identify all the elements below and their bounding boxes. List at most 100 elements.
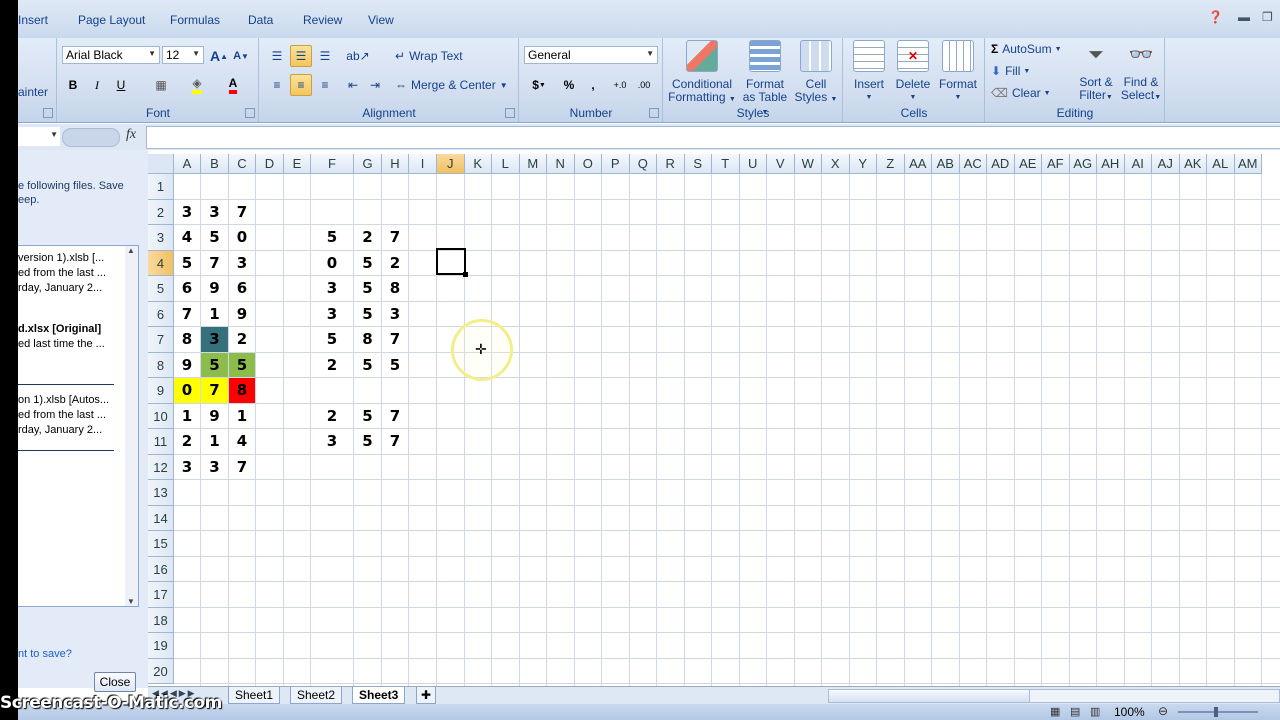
column-header-j[interactable]: J (437, 154, 465, 174)
cell-c5[interactable]: 6 (229, 276, 255, 301)
cell-f11[interactable]: 3 (311, 429, 353, 454)
row-header-9[interactable]: 9 (148, 378, 174, 404)
column-header-v[interactable]: V (767, 154, 795, 174)
insert-function-icon[interactable]: fx (126, 127, 136, 143)
column-header-k[interactable]: K (464, 154, 492, 174)
row-header-2[interactable]: 2 (148, 199, 174, 225)
spreadsheet-grid[interactable]: A B C D E F G H I J K L M N O P Q R S T U V W X Y Z AA AB AC AD AE AF AG… (148, 150, 1280, 688)
page-layout-view-icon[interactable]: ▤ (1070, 705, 1080, 718)
column-header-ad[interactable]: AD (987, 154, 1015, 174)
cell-g3[interactable]: 2 (354, 225, 381, 250)
conditional-formatting-button[interactable]: Conditional Formatting ▼ (668, 40, 736, 106)
tab-insert[interactable]: Insert (18, 13, 48, 27)
increase-indent-button[interactable]: ⇥ (364, 74, 386, 96)
row-header-19[interactable]: 19 (148, 633, 174, 659)
cell-b4[interactable]: 7 (201, 251, 228, 276)
cell-f4[interactable]: 0 (311, 251, 353, 276)
row-header-5[interactable]: 5 (148, 276, 174, 302)
zoom-out-icon[interactable]: ⊖ (1158, 704, 1168, 718)
column-header-h[interactable]: H (382, 154, 409, 174)
grow-font-button[interactable]: A ▲ (208, 45, 230, 67)
cell-h11[interactable]: 7 (382, 429, 408, 454)
tab-review[interactable]: Review (303, 13, 342, 27)
cell-h7[interactable]: 7 (382, 327, 408, 352)
cell-c10[interactable]: 1 (229, 404, 255, 429)
clipboard-launcher-icon[interactable] (43, 108, 53, 118)
currency-button[interactable]: $ ▼ (524, 74, 554, 96)
tab-formulas[interactable]: Formulas (170, 13, 220, 27)
font-size-select[interactable]: 12 ▼ (162, 46, 204, 64)
row-header-20[interactable]: 20 (148, 658, 174, 684)
column-header-ae[interactable]: AE (1014, 154, 1042, 174)
align-right-button[interactable]: ≡ (314, 74, 336, 96)
column-header-ab[interactable]: AB (932, 154, 960, 174)
cell-g6[interactable]: 5 (354, 302, 381, 327)
sheet-tab-3[interactable]: Sheet3 (352, 687, 406, 704)
active-cell-j4[interactable] (436, 248, 466, 275)
formula-expand-pill[interactable] (62, 128, 120, 147)
decrease-indent-button[interactable]: ⇤ (342, 74, 364, 96)
row-header-16[interactable]: 16 (148, 556, 174, 582)
horizontal-scrollbar[interactable] (828, 689, 1280, 703)
row-header-3[interactable]: 3 (148, 225, 174, 251)
autosum-button[interactable]: Σ AutoSum ▼ (990, 39, 1072, 59)
cell-b3[interactable]: 5 (201, 225, 228, 250)
column-header-y[interactable]: Y (849, 154, 877, 174)
tab-page-layout[interactable]: Page Layout (78, 13, 145, 27)
row-header-17[interactable]: 17 (148, 582, 174, 608)
cell-b6[interactable]: 1 (201, 302, 228, 327)
align-bottom-button[interactable]: ☰ (314, 45, 336, 67)
restore-icon[interactable]: ❐ (1262, 10, 1273, 24)
cell-g4[interactable]: 5 (354, 251, 381, 276)
cell-c11[interactable]: 4 (229, 429, 255, 454)
sort-filter-button[interactable]: ⏷ Sort & Filter▼ (1074, 40, 1118, 104)
column-header-m[interactable]: M (519, 154, 547, 174)
cell-a6[interactable]: 7 (174, 302, 200, 327)
cell-a2[interactable]: 3 (174, 200, 200, 225)
row-header-11[interactable]: 11 (148, 429, 174, 455)
font-name-select[interactable]: Arial Black ▼ (62, 46, 160, 64)
cell-a9[interactable]: 0 (174, 378, 200, 403)
cell-b5[interactable]: 9 (201, 276, 228, 301)
cell-c4[interactable]: 3 (229, 251, 255, 276)
cell-c9[interactable]: 8 (229, 378, 255, 403)
cell-a5[interactable]: 6 (174, 276, 200, 301)
cell-b2[interactable]: 3 (201, 200, 228, 225)
cell-f10[interactable]: 2 (311, 404, 353, 429)
page-break-view-icon[interactable]: ▥ (1090, 705, 1100, 718)
column-header-f[interactable]: F (311, 154, 354, 174)
cell-g10[interactable]: 5 (354, 404, 381, 429)
cell-f3[interactable]: 5 (311, 225, 353, 250)
cell-h8[interactable]: 5 (382, 353, 408, 378)
font-color-button[interactable]: A (218, 74, 248, 96)
tab-data[interactable]: Data (248, 13, 273, 27)
cell-g7[interactable]: 8 (354, 327, 381, 352)
percent-button[interactable]: % (558, 74, 580, 96)
row-header-13[interactable]: 13 (148, 480, 174, 506)
fill-handle[interactable] (463, 272, 468, 277)
cell-b12[interactable]: 3 (201, 455, 228, 480)
column-header-aa[interactable]: AA (904, 154, 932, 174)
cell-a7[interactable]: 8 (174, 327, 200, 352)
cell-styles-button[interactable]: Cell Styles ▼ (794, 40, 838, 106)
cell-c2[interactable]: 7 (229, 200, 255, 225)
column-header-w[interactable]: W (794, 154, 822, 174)
help-icon[interactable]: ❓ (1208, 10, 1223, 24)
column-header-ah[interactable]: AH (1097, 154, 1125, 174)
fill-color-button[interactable]: ◈ (182, 74, 212, 96)
cell-f5[interactable]: 3 (311, 276, 353, 301)
column-header-u[interactable]: U (739, 154, 767, 174)
column-header-g[interactable]: G (354, 154, 382, 174)
cell-h3[interactable]: 7 (382, 225, 408, 250)
file-list-scrollbar[interactable]: ▲ ▼ (125, 246, 138, 606)
align-center-button[interactable]: ≡ (290, 74, 312, 96)
find-select-button[interactable]: 👓 Find & Select▼ (1118, 40, 1164, 104)
column-header-p[interactable]: P (602, 154, 630, 174)
column-header-e[interactable]: E (284, 154, 311, 174)
cell-g11[interactable]: 5 (354, 429, 381, 454)
cell-h5[interactable]: 8 (382, 276, 408, 301)
insert-sheet-icon[interactable]: ✚ (416, 687, 437, 704)
bold-button[interactable]: B (62, 74, 84, 96)
column-header-n[interactable]: N (547, 154, 575, 174)
minimize-icon[interactable]: ▬ (1238, 10, 1250, 24)
